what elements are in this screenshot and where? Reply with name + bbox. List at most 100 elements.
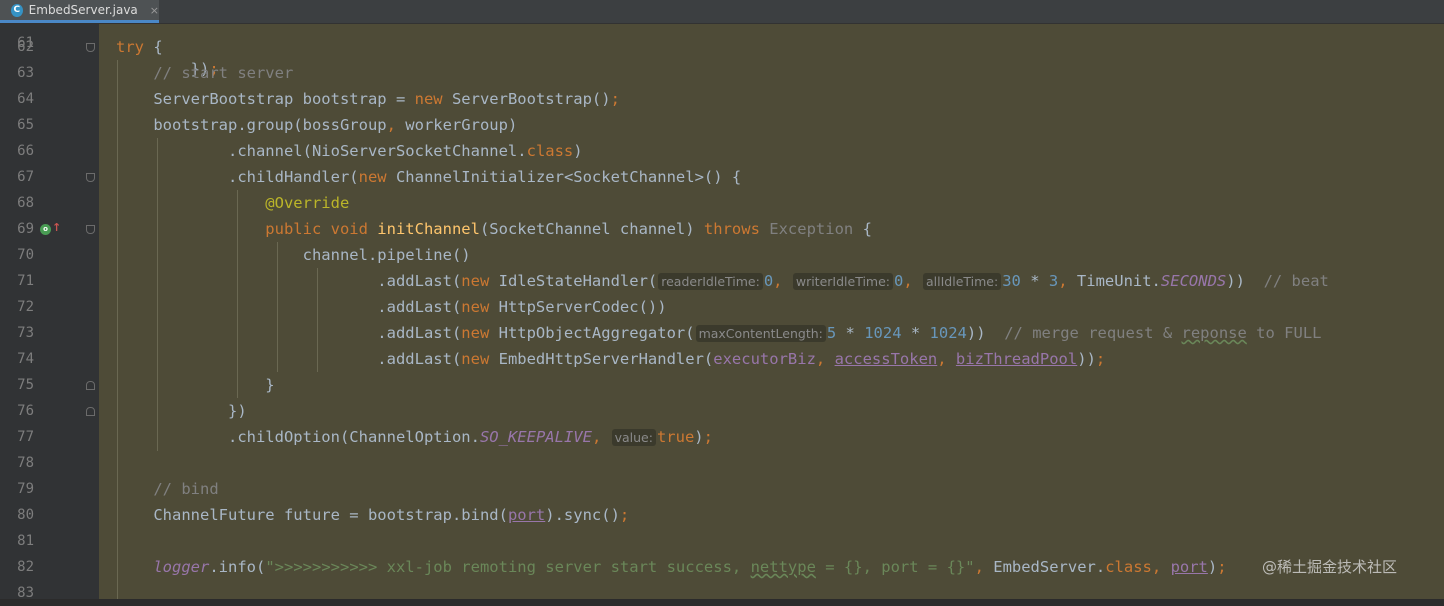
code-token: IdleStateHandler(	[498, 272, 658, 290]
code-text: })	[116, 398, 247, 424]
code-line: 82 logger.info(">>>>>>>>>>> xxl-job remo…	[0, 554, 1444, 580]
code-line: 73 .addLast(new HttpObjectAggregator(max…	[0, 320, 1444, 346]
code-token: )	[573, 142, 583, 160]
fold-marker[interactable]	[86, 173, 95, 182]
line-number: 80	[17, 507, 34, 523]
code-token: ,	[386, 116, 406, 134]
line-number: 75	[17, 377, 34, 393]
fold-marker[interactable]	[86, 43, 95, 52]
code-token: @Override	[116, 194, 350, 212]
code-token: bizThreadPool	[955, 350, 1078, 368]
code-token: // bind	[116, 480, 219, 498]
code-line: 70 channel.pipeline()	[0, 242, 1444, 268]
line-number: 62	[17, 39, 34, 55]
code-token: new	[414, 90, 452, 108]
line-number: 68	[17, 195, 34, 211]
code-token: ,	[591, 428, 611, 446]
code-token: ,	[903, 272, 923, 290]
parameter-hint: value:	[611, 429, 656, 446]
code-token: 30	[1002, 272, 1031, 290]
code-token: ,	[773, 272, 792, 290]
code-token: public void	[116, 220, 378, 238]
code-token: .addLast(	[116, 324, 462, 342]
fold-marker[interactable]	[86, 381, 95, 390]
code-token: new	[461, 272, 499, 290]
code-token: SO_KEEPALIVE	[479, 428, 592, 446]
code-token: // merge request &	[1004, 324, 1182, 342]
line-number: 83	[17, 585, 34, 601]
fold-marker[interactable]	[86, 407, 95, 416]
code-line: 76 })	[0, 398, 1444, 424]
code-token: ))	[966, 324, 1005, 342]
code-token: ;	[1095, 350, 1106, 368]
code-token: ))	[1077, 350, 1096, 368]
code-line: 65 bootstrap.group(bossGroup, workerGrou…	[0, 112, 1444, 138]
code-token: .childHandler(	[116, 168, 359, 186]
code-text: @Override	[116, 190, 349, 216]
line-number: 66	[17, 143, 34, 159]
code-token: ,	[937, 350, 956, 368]
code-line: 80 ChannelFuture future = bootstrap.bind…	[0, 502, 1444, 528]
code-token: HttpObjectAggregator(	[498, 324, 695, 342]
override-method-icon[interactable]: o	[40, 224, 51, 235]
line-number: 73	[17, 325, 34, 341]
code-token: ">>>>>>>>>>> xxl-job remoting server sta…	[265, 558, 751, 576]
code-text: public void initChannel(SocketChannel ch…	[116, 216, 872, 242]
code-token: ,	[815, 350, 835, 368]
code-line: 64 ServerBootstrap bootstrap = new Serve…	[0, 86, 1444, 112]
code-line: 69 public void initChannel(SocketChannel…	[0, 216, 1444, 242]
code-token: to FULL	[1246, 324, 1322, 342]
code-token: new	[461, 350, 499, 368]
code-text: .channel(NioServerSocketChannel.class)	[116, 138, 583, 164]
code-token: ServerBootstrap bootstrap =	[116, 90, 415, 108]
indent-guide	[237, 190, 238, 398]
code-line: 81	[0, 528, 1444, 554]
code-token: ,	[974, 558, 994, 576]
code-token: .addLast(	[116, 298, 462, 316]
code-line: 62 try {	[0, 34, 1444, 60]
code-token: new	[358, 168, 396, 186]
code-token: try	[116, 38, 144, 56]
parameter-hint: allIdleTime:	[923, 273, 1002, 290]
code-token: channel.pipeline()	[116, 246, 471, 264]
code-line: 67 .childHandler(new ChannelInitializer<…	[0, 164, 1444, 190]
line-number: 63	[17, 65, 34, 81]
code-token: )	[1207, 558, 1218, 576]
code-token: workerGroup)	[405, 116, 518, 134]
code-token: ChannelInitializer<SocketChannel>() {	[395, 168, 742, 186]
code-token: {	[853, 220, 872, 238]
code-token: (SocketChannel channel)	[479, 220, 704, 238]
parameter-hint: maxContentLength:	[695, 325, 826, 342]
parameter-hint: writerIdleTime:	[792, 273, 893, 290]
code-token: nettype	[750, 558, 816, 576]
line-number: 71	[17, 273, 34, 289]
code-token: ServerBootstrap()	[451, 90, 611, 108]
code-text: try {	[116, 34, 163, 60]
code-token: .channel(NioServerSocketChannel.	[116, 142, 527, 160]
code-text: .addLast(new HttpServerCodec())	[116, 294, 666, 320]
code-line: 77 .childOption(ChannelOption.SO_KEEPALI…	[0, 424, 1444, 450]
code-text: // bind	[116, 476, 219, 502]
line-number: 81	[17, 533, 34, 549]
code-token: SECONDS	[1160, 272, 1227, 290]
code-text: .addLast(new HttpObjectAggregator(maxCon…	[116, 320, 1322, 346]
fold-marker[interactable]	[86, 225, 95, 234]
code-token: .addLast(	[116, 272, 462, 290]
arrow-up-icon[interactable]: ↑	[52, 221, 61, 234]
code-line: 74 .addLast(new EmbedHttpServerHandler(e…	[0, 346, 1444, 372]
code-token: executorBiz	[713, 350, 816, 368]
code-text: .childHandler(new ChannelInitializer<Soc…	[116, 164, 741, 190]
code-text: .childOption(ChannelOption.SO_KEEPALIVE,…	[116, 424, 713, 450]
code-token: new	[461, 324, 499, 342]
code-line: 72 .addLast(new HttpServerCodec())	[0, 294, 1444, 320]
line-number: 65	[17, 117, 34, 133]
code-token: true	[656, 428, 695, 446]
line-number: 67	[17, 169, 34, 185]
indent-guide	[317, 268, 318, 372]
code-text: }	[116, 372, 274, 398]
line-number: 69	[17, 221, 34, 237]
code-token: logger	[116, 558, 210, 576]
code-token: EmbedHttpServerHandler(	[498, 350, 714, 368]
code-token: ;	[703, 428, 713, 446]
code-token: ChannelFuture future = bootstrap.bind(	[116, 506, 508, 524]
